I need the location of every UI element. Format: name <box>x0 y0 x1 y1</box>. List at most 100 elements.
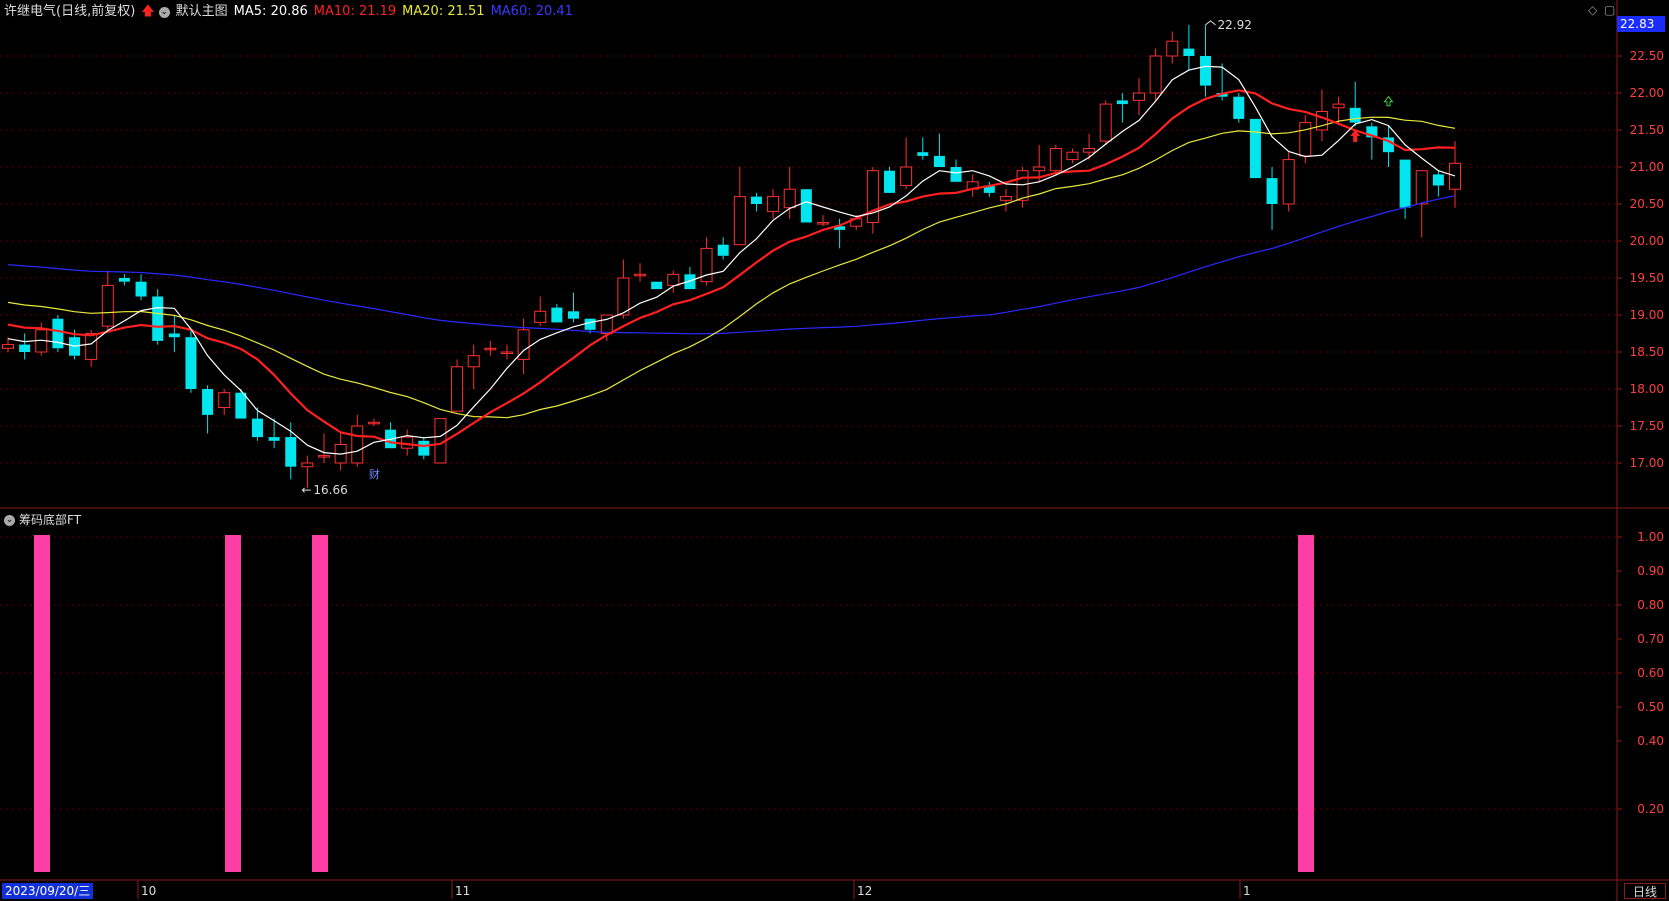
price-tick-label: 20.50 <box>1630 197 1664 211</box>
indicator-title[interactable]: 筹码底部FT <box>19 512 81 528</box>
candle-body-down <box>933 155 945 167</box>
indicator-header: ⌄ 筹码底部FT <box>4 512 81 528</box>
stock-chart-window: 22.50 22.00 21.50 21.00 20.50 20.00 19.50 19.00… <box>0 0 1669 901</box>
candlestick-chart[interactable]: 22.50 22.00 21.50 21.00 20.50 20.00 19.50 19.00… <box>0 0 1669 901</box>
ma20-label: MA20: 21.51 <box>402 4 485 19</box>
candle-body-up <box>866 170 879 223</box>
indicator-toggle-icon[interactable]: ⌄ <box>4 514 15 526</box>
candle-body-up <box>617 277 630 316</box>
up-arrow-icon: 🡅 <box>141 4 155 19</box>
candle-body-up <box>1166 40 1179 57</box>
candle-body-up <box>1016 170 1029 201</box>
maximize-icon[interactable]: ▢ <box>1604 3 1615 17</box>
indicator-tick-label: 0.50 <box>1637 700 1664 714</box>
candle-body-up <box>1066 151 1079 161</box>
ma20-line <box>7 116 1456 419</box>
candle-body-up <box>85 333 98 360</box>
month-label: 11 <box>455 884 470 898</box>
price-tick-label: 22.00 <box>1630 86 1664 100</box>
chart-header: 许继电气(日线,前复权) 🡅 ⌄ 默认主图 MA5: 20.86 MA10: 2… <box>4 3 579 21</box>
candle-body-down <box>168 333 180 338</box>
finance-marker: 财 <box>369 467 380 481</box>
candle-body-up <box>1099 103 1112 142</box>
candle-body-down <box>1200 56 1212 86</box>
current-date-label: 2023/09/20/三 <box>2 883 94 899</box>
candle-body-down <box>1432 174 1444 186</box>
diamond-icon[interactable]: ◇ <box>1588 3 1597 17</box>
candle-body-down <box>418 440 430 456</box>
candle-body-down <box>135 281 147 297</box>
candle-body-up <box>667 273 680 286</box>
candle-body-up <box>900 166 913 186</box>
indicator-tick-label: 0.80 <box>1637 598 1664 612</box>
candle-body-down <box>1233 96 1245 119</box>
price-tick-label: 18.00 <box>1630 382 1664 396</box>
price-tick-label: 22.50 <box>1630 49 1664 63</box>
candle-body-up <box>1415 170 1428 205</box>
candle-body-up <box>1299 122 1312 157</box>
stock-title: 许继电气(日线,前复权) <box>4 4 136 19</box>
candle-body-up <box>534 310 547 323</box>
high-marker-icon <box>1205 20 1216 26</box>
candle-body-down <box>750 196 762 204</box>
price-tick-label: 19.00 <box>1630 308 1664 322</box>
candle-body-up <box>1033 166 1046 172</box>
candle-body-up <box>101 284 114 327</box>
candle-body-down <box>118 278 130 282</box>
candle-body-down <box>950 167 962 182</box>
candle-body-down <box>235 392 247 419</box>
candle-body-down <box>567 311 579 319</box>
candle-body-up <box>467 355 480 368</box>
candle-body-down <box>584 318 596 330</box>
price-tick-label: 20.00 <box>1630 234 1664 248</box>
candle-body-down <box>1249 118 1261 179</box>
candle-body-up <box>218 392 231 409</box>
candle-body-down <box>1349 107 1361 123</box>
candle-body-down <box>202 389 214 415</box>
candle-body-down <box>268 437 280 441</box>
candle-body-up <box>351 425 364 464</box>
candle-body-down <box>800 189 812 223</box>
candle-body-down <box>717 244 729 256</box>
price-tick-label: 17.50 <box>1630 419 1664 433</box>
indicator-bar <box>34 535 50 872</box>
candle-body-down <box>1183 48 1195 56</box>
candle-body-up <box>783 188 796 209</box>
candle-body-up <box>999 196 1012 201</box>
indicator-bar <box>312 535 328 872</box>
indicator-tick-label: 1.00 <box>1637 530 1664 544</box>
low-price-label: 16.66 <box>313 483 347 497</box>
low-marker-icon: ← <box>301 483 311 497</box>
month-label: 1 <box>1243 884 1251 898</box>
candle-body-down <box>152 296 164 341</box>
candle-body-down <box>185 337 197 389</box>
candle-body-down <box>651 281 663 290</box>
month-label: 10 <box>141 884 156 898</box>
candle-body-down <box>251 418 263 438</box>
indicator-bar <box>1298 535 1314 872</box>
settings-toggle-icon[interactable]: ⌄ <box>158 6 170 18</box>
candle-body-up <box>1149 55 1162 94</box>
ma5-label: MA5: 20.86 <box>233 4 308 19</box>
candle-body-up <box>2 344 14 349</box>
price-tick-label: 17.00 <box>1630 456 1664 470</box>
price-tick-label: 21.50 <box>1630 123 1664 137</box>
indicator-bar <box>225 535 241 872</box>
candle-body-down <box>1116 100 1128 105</box>
candle-body-down <box>1399 159 1411 208</box>
candle-body-down <box>551 307 563 323</box>
ma60-label: MA60: 20.41 <box>490 4 573 19</box>
high-price-label: 22.92 <box>1218 18 1252 32</box>
candle-body-down <box>917 152 929 156</box>
main-chart-label[interactable]: 默认主图 <box>176 3 228 21</box>
ma5-line <box>7 65 1456 455</box>
candle-body-up <box>1132 92 1145 101</box>
period-button[interactable]: 日线 <box>1624 883 1666 899</box>
indicator-tick-label: 0.20 <box>1637 802 1664 816</box>
candle-body-down <box>285 437 297 467</box>
price-tick-label: 19.50 <box>1630 271 1664 285</box>
price-tick-label: 21.00 <box>1630 160 1664 174</box>
candle-body-down <box>19 344 31 352</box>
indicator-tick-label: 0.60 <box>1637 666 1664 680</box>
price-tick-label: 18.50 <box>1630 345 1664 359</box>
